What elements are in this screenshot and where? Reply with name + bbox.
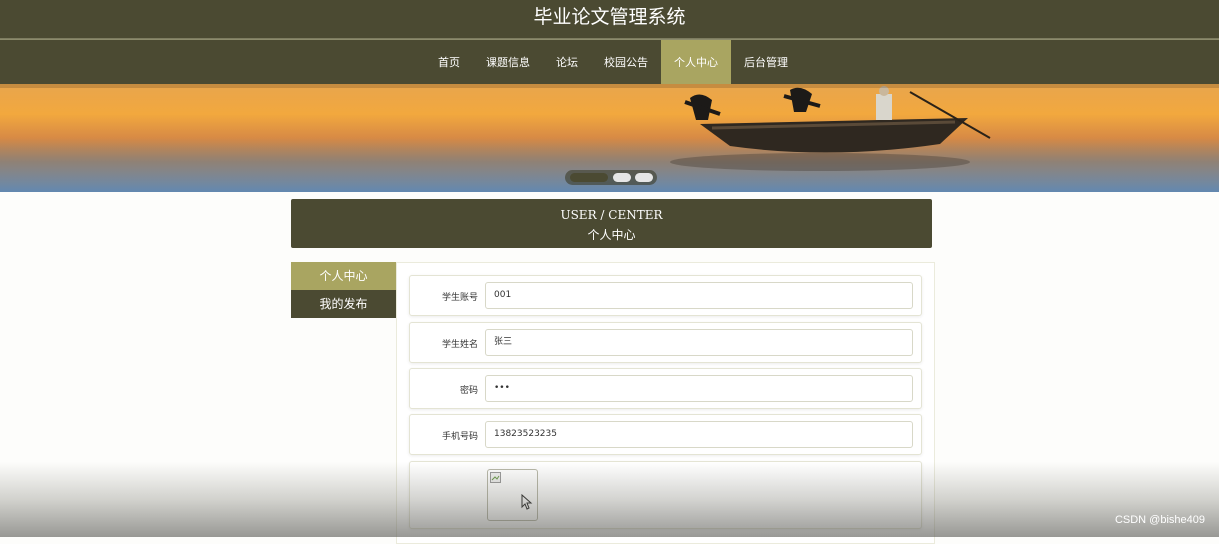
carousel-dot[interactable]: [570, 173, 608, 182]
carousel-indicators: [565, 170, 657, 185]
nav-item-topics[interactable]: 课题信息: [473, 40, 543, 85]
carousel-dot[interactable]: [635, 173, 653, 182]
form-row-phone: 手机号码 13823523235: [409, 414, 922, 455]
section-title-en: USER / CENTER: [560, 208, 663, 222]
watermark: CSDN @bishe409: [1114, 514, 1205, 526]
nav-item-home[interactable]: 首页: [425, 40, 473, 85]
form-row-name: 学生姓名 张三: [409, 322, 922, 363]
phone-input[interactable]: 13823523235: [485, 421, 913, 448]
nav-item-forum[interactable]: 论坛: [543, 40, 591, 85]
form-row-avatar: [409, 461, 922, 529]
student-name-label: 学生姓名: [441, 340, 478, 350]
profile-form-panel: 学生账号 001 学生姓名 张三 密码 ••• 手机号码 13823523235: [396, 262, 935, 544]
side-item-my-posts[interactable]: 我的发布: [291, 290, 396, 318]
mouse-cursor-icon: [521, 494, 533, 510]
section-header: USER / CENTER 个人中心: [291, 199, 932, 248]
broken-image-icon: [490, 472, 501, 483]
password-input[interactable]: •••: [485, 375, 913, 402]
nav-item-user-center[interactable]: 个人中心: [661, 40, 731, 85]
side-item-user-center[interactable]: 个人中心: [291, 262, 396, 290]
student-name-input[interactable]: 张三: [485, 329, 913, 356]
form-row-password: 密码 •••: [409, 368, 922, 409]
form-row-account: 学生账号 001: [409, 275, 922, 316]
main-nav: 首页 课题信息 论坛 校园公告 个人中心 后台管理: [0, 39, 1219, 85]
avatar-upload[interactable]: [487, 469, 538, 521]
site-title: 毕业论文管理系统: [0, 0, 1219, 39]
student-account-label: 学生账号: [441, 293, 478, 303]
section-title-cn: 个人中心: [587, 228, 636, 242]
nav-item-announcements[interactable]: 校园公告: [591, 40, 661, 85]
carousel-dot[interactable]: [613, 173, 631, 182]
password-label: 密码: [459, 386, 478, 396]
student-account-input[interactable]: 001: [485, 282, 913, 309]
nav-item-admin[interactable]: 后台管理: [731, 40, 801, 85]
side-menu: 个人中心 我的发布: [291, 262, 396, 318]
phone-label: 手机号码: [441, 432, 478, 442]
